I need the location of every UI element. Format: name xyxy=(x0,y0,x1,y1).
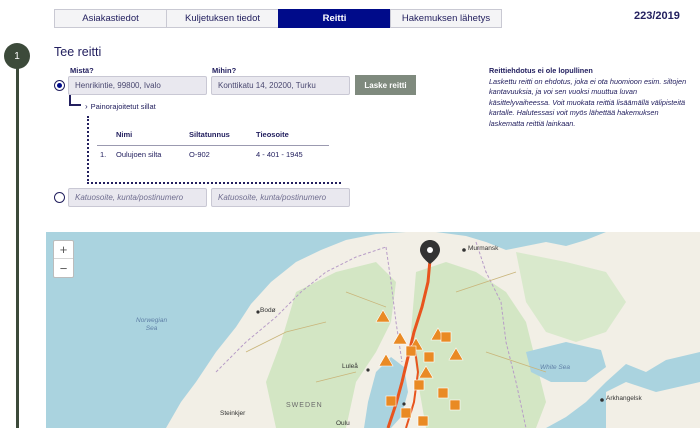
city-label-steinkjer: Steinkjer xyxy=(220,410,246,417)
bridge-id-header: Siltatunnus xyxy=(189,130,230,139)
notice-title: Reittiehdotus ei ole lopullinen xyxy=(489,66,593,75)
tab-route[interactable]: Reitti xyxy=(278,9,390,28)
weight-limited-bridges-toggle[interactable]: › Painorajoitetut sillat xyxy=(85,102,156,111)
map-zoom-control: + − xyxy=(53,240,74,278)
tree-connector-horizontal xyxy=(69,104,81,106)
road-address-header: Tieosoite xyxy=(256,130,289,139)
bridges-table: Nimi Siltatunnus Tieosoite 1. Oulujoen s… xyxy=(97,130,329,159)
city-label-oulu: Oulu xyxy=(336,420,350,427)
zoom-out-button[interactable]: − xyxy=(54,259,73,277)
alt-from-input[interactable]: Katuosoite, kunta/postinumero xyxy=(68,188,207,207)
table-row: 1. Oulujoen silta O-902 4 - 401 - 1945 xyxy=(97,146,329,159)
zoom-in-button[interactable]: + xyxy=(54,241,73,259)
city-dot-arkhangelsk xyxy=(600,398,604,402)
city-label-murmansk: Murmansk xyxy=(468,245,499,252)
tab-bar: Asiakastiedot Kuljetuksen tiedot Reitti … xyxy=(54,9,502,28)
route-option-radio-selected[interactable] xyxy=(54,80,65,91)
city-label-lulea: Luleå xyxy=(342,363,358,370)
city-dot-lulea xyxy=(366,368,370,372)
alt-to-input[interactable]: Katuosoite, kunta/postinumero xyxy=(211,188,350,207)
step-connector-line xyxy=(16,62,19,428)
route-map[interactable]: Murmansk Norwegian Sea White Sea Arkhange… xyxy=(46,232,700,428)
tab-transport-info[interactable]: Kuljetuksen tiedot xyxy=(166,9,278,28)
notice-body: Laskettu reitti on ehdotus, joka ei ota … xyxy=(489,76,687,128)
row-index: 1. xyxy=(100,150,107,159)
route-notice: Reittiehdotus ei ole lopullinen Laskettu… xyxy=(489,66,694,129)
tab-customer-info[interactable]: Asiakastiedot xyxy=(54,9,166,28)
name-header: Nimi xyxy=(116,130,133,139)
bridge-road-address: 4 - 401 - 1945 xyxy=(256,150,303,159)
city-label-arkhangelsk: Arkhangelsk xyxy=(606,395,642,402)
chevron-right-icon: › xyxy=(85,102,88,111)
to-label: Mihin? xyxy=(212,66,237,75)
bridges-link-label: Painorajoitetut sillat xyxy=(90,102,156,111)
from-label: Mistä? xyxy=(70,66,94,75)
bridge-name: Oulujoen silta xyxy=(116,150,162,159)
tab-submit-application[interactable]: Hakemuksen lähetys xyxy=(390,9,502,28)
city-label-bodo: Bodø xyxy=(260,307,276,314)
sea-label-white: White Sea xyxy=(540,364,570,371)
table-header: Nimi Siltatunnus Tieosoite xyxy=(97,130,329,146)
sea-label-norwegian: Norwegian Sea xyxy=(136,317,168,332)
to-input[interactable]: Konttikatu 14, 20200, Turku xyxy=(211,76,350,95)
from-input[interactable]: Henrikintie, 99800, Ivalo xyxy=(68,76,207,95)
city-dot-oulu xyxy=(402,402,406,406)
index-header xyxy=(97,130,116,141)
country-label-sweden: SWEDEN xyxy=(286,402,323,409)
calculate-route-button[interactable]: Laske reitti xyxy=(355,75,416,95)
bridge-id: O-902 xyxy=(189,150,210,159)
route-option-radio-unselected[interactable] xyxy=(54,192,65,203)
dotted-connector-vertical xyxy=(87,116,89,184)
application-id: 223/2019 xyxy=(634,10,680,22)
land-russia xyxy=(606,382,700,428)
step-number-badge: 1 xyxy=(4,43,30,69)
dotted-connector-horizontal xyxy=(87,182,341,184)
page-title: Tee reitti xyxy=(54,45,102,59)
city-dot-murmansk xyxy=(462,248,466,252)
